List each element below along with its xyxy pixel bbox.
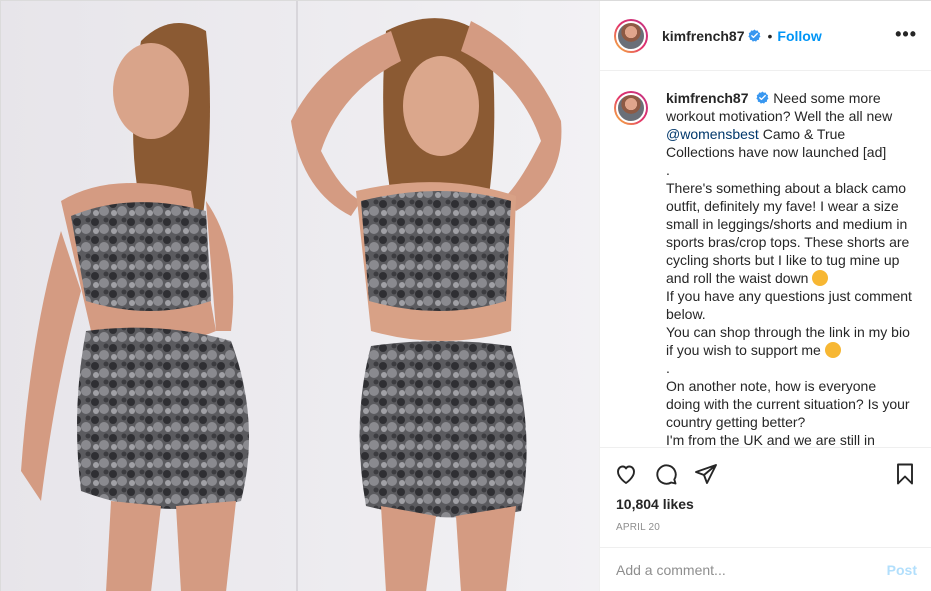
caption-line: There's something about a black camo out… bbox=[666, 180, 910, 286]
action-icons bbox=[614, 462, 718, 486]
separator-dot: • bbox=[767, 27, 773, 44]
caption-line: On another note, how is everyone doing w… bbox=[666, 378, 910, 430]
heart-icon[interactable] bbox=[614, 462, 638, 486]
caption-line: . bbox=[666, 162, 670, 178]
caption-line: If you have any questions just comment b… bbox=[666, 288, 912, 322]
post-comment-button[interactable]: Post bbox=[887, 562, 917, 578]
caption-avatar-image bbox=[616, 93, 646, 123]
caption-row: kimfrench87 Need some more workout motiv… bbox=[614, 89, 917, 447]
post-date[interactable]: APRIL 20 bbox=[616, 522, 660, 533]
post-photo[interactable] bbox=[1, 1, 599, 591]
caption-line: . bbox=[666, 360, 670, 376]
mention-link[interactable]: @womensbest bbox=[666, 126, 759, 142]
post-sidebar: kimfrench87 • Follow ••• kimfrench87 Nee… bbox=[599, 1, 931, 591]
instagram-post: kimfrench87 • Follow ••• kimfrench87 Nee… bbox=[0, 0, 931, 591]
caption-section: kimfrench87 Need some more workout motiv… bbox=[600, 71, 931, 447]
verified-badge-icon bbox=[748, 29, 761, 42]
avatar[interactable] bbox=[614, 18, 648, 53]
caption-username[interactable]: kimfrench87 bbox=[666, 90, 748, 106]
avatar-image bbox=[616, 20, 646, 51]
username-link[interactable]: kimfrench87 bbox=[662, 28, 744, 44]
likes-count[interactable]: 10,804 likes bbox=[616, 496, 694, 512]
bookmark-icon[interactable] bbox=[893, 462, 917, 486]
photo-illustration bbox=[1, 1, 599, 591]
follow-button[interactable]: Follow bbox=[777, 28, 821, 44]
tongue-emoji-icon bbox=[812, 270, 829, 286]
comment-bar: Post bbox=[600, 547, 931, 591]
comment-icon[interactable] bbox=[654, 462, 678, 486]
caption-line: You can shop through the link in my bio … bbox=[666, 324, 910, 358]
post-header: kimfrench87 • Follow ••• bbox=[600, 1, 931, 71]
more-options-icon[interactable]: ••• bbox=[895, 25, 917, 43]
caption-avatar[interactable] bbox=[614, 91, 648, 125]
actions-section: 10,804 likes APRIL 20 bbox=[600, 447, 931, 547]
comment-input[interactable] bbox=[616, 562, 887, 578]
share-icon[interactable] bbox=[694, 462, 718, 486]
heart-eyes-emoji-icon bbox=[824, 342, 841, 358]
caption-verified-badge-icon bbox=[756, 91, 769, 104]
caption-text: kimfrench87 Need some more workout motiv… bbox=[666, 89, 914, 447]
caption-line: I'm from the UK and we are still in bbox=[666, 432, 875, 447]
